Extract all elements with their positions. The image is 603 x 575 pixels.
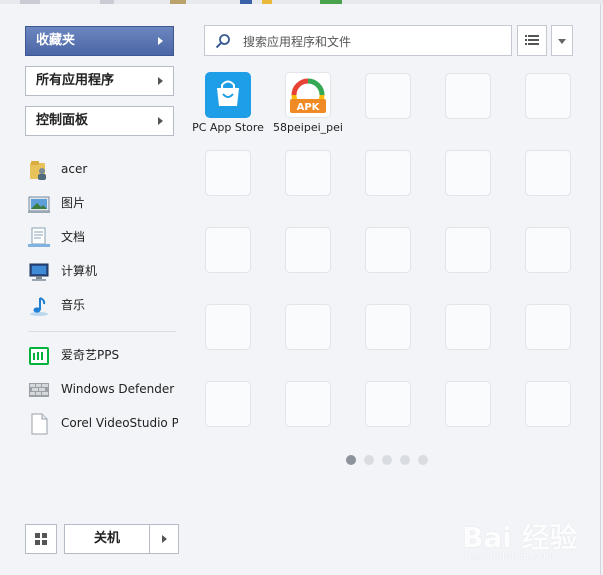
- chevron-right-icon: [158, 37, 163, 45]
- empty-app-slot: [285, 304, 331, 350]
- page-dot-5[interactable]: [418, 455, 428, 465]
- place-item-acer[interactable]: acer: [28, 156, 178, 182]
- empty-app-slot: [525, 227, 571, 273]
- recent-app-label: Corel VideoStudio Pr: [61, 416, 178, 430]
- empty-app-slot: [365, 150, 411, 196]
- all-apps-grid-button[interactable]: [25, 524, 57, 554]
- baidu-watermark: Bai 经验 jingyan.baidu.com: [462, 508, 602, 570]
- recent-app-label: 爱奇艺PPS: [61, 348, 120, 362]
- app-label: PC App Store: [192, 121, 264, 134]
- store-bag-icon: [205, 72, 251, 118]
- chevron-right-icon: [158, 77, 163, 85]
- control-panel-label: 控制面板: [36, 113, 89, 128]
- empty-app-slot: [205, 304, 251, 350]
- page-dot-4[interactable]: [400, 455, 410, 465]
- user-folder-icon: [30, 161, 46, 180]
- page-dot-2[interactable]: [364, 455, 374, 465]
- watermark-text: Bai 经验: [462, 521, 578, 554]
- apk-badge-label: APK: [296, 102, 320, 113]
- list-view-icon: [525, 35, 539, 45]
- place-label: 图片: [61, 196, 86, 210]
- empty-app-slot: [525, 150, 571, 196]
- apk-icon: APK: [285, 72, 331, 118]
- shutdown-label: 关机: [93, 531, 120, 546]
- empty-app-slot: [445, 227, 491, 273]
- place-label: 文档: [61, 230, 86, 244]
- empty-app-slot: [285, 150, 331, 196]
- recent-app-iqiyi[interactable]: 爱奇艺PPS: [28, 342, 178, 368]
- chevron-right-icon: [162, 535, 167, 543]
- shutdown-button[interactable]: 关机: [64, 524, 150, 554]
- empty-app-slot: [285, 381, 331, 427]
- file-icon: [31, 413, 48, 435]
- place-item-pictures[interactable]: 图片: [28, 190, 178, 216]
- place-label: 计算机: [61, 264, 98, 278]
- empty-app-slot: [525, 304, 571, 350]
- place-item-documents[interactable]: 文档: [28, 224, 178, 250]
- chevron-down-icon: [558, 39, 566, 44]
- empty-app-slot: [525, 381, 571, 427]
- search-box[interactable]: [204, 25, 512, 56]
- search-icon: [215, 34, 230, 49]
- music-icon: [30, 297, 48, 316]
- page-dot-1[interactable]: [346, 455, 356, 465]
- recent-app-corel-videostudio[interactable]: Corel VideoStudio Pr: [28, 410, 178, 436]
- place-item-music[interactable]: 音乐: [28, 292, 178, 318]
- place-label: 音乐: [61, 298, 86, 312]
- all-programs-label: 所有应用程序: [36, 73, 115, 88]
- empty-app-slot: [365, 304, 411, 350]
- pictures-icon: [28, 196, 50, 213]
- empty-app-slot: [205, 150, 251, 196]
- app-pc-app-store[interactable]: PC App Store: [188, 72, 268, 134]
- recent-app-windows-defender[interactable]: Windows Defender: [28, 376, 178, 402]
- favorites-button[interactable]: 收藏夹: [25, 26, 174, 56]
- empty-app-slot: [365, 381, 411, 427]
- empty-app-slot: [445, 150, 491, 196]
- empty-app-slot: [445, 381, 491, 427]
- page-dot-3[interactable]: [382, 455, 392, 465]
- empty-app-slot: [525, 73, 571, 119]
- app-58peipei[interactable]: APK 58peipei_pei: [268, 72, 348, 134]
- grid-icon: [35, 533, 47, 545]
- watermark-sub: jingyan.baidu.com: [464, 552, 553, 562]
- empty-app-slot: [205, 381, 251, 427]
- empty-app-slot: [445, 304, 491, 350]
- favorites-label: 收藏夹: [36, 33, 76, 48]
- all-programs-button[interactable]: 所有应用程序: [25, 66, 174, 96]
- empty-app-slot: [445, 73, 491, 119]
- place-label: acer: [61, 162, 88, 176]
- iqiyi-icon: [29, 347, 49, 365]
- left-divider: [28, 331, 176, 332]
- chevron-right-icon: [158, 117, 163, 125]
- shutdown-options-button[interactable]: [149, 524, 179, 554]
- defender-icon: [29, 383, 49, 397]
- empty-app-slot: [285, 227, 331, 273]
- control-panel-button[interactable]: 控制面板: [25, 106, 174, 136]
- empty-app-slot: [365, 73, 411, 119]
- empty-app-slot: [205, 227, 251, 273]
- computer-icon: [29, 263, 49, 281]
- view-list-button[interactable]: [517, 25, 547, 56]
- search-input[interactable]: [241, 31, 505, 53]
- place-item-computer[interactable]: 计算机: [28, 258, 178, 284]
- empty-app-slot: [365, 227, 411, 273]
- recent-app-label: Windows Defender: [61, 382, 175, 396]
- app-label: 58peipei_pei: [273, 121, 343, 134]
- view-options-dropdown[interactable]: [551, 25, 573, 56]
- documents-icon: [28, 227, 50, 247]
